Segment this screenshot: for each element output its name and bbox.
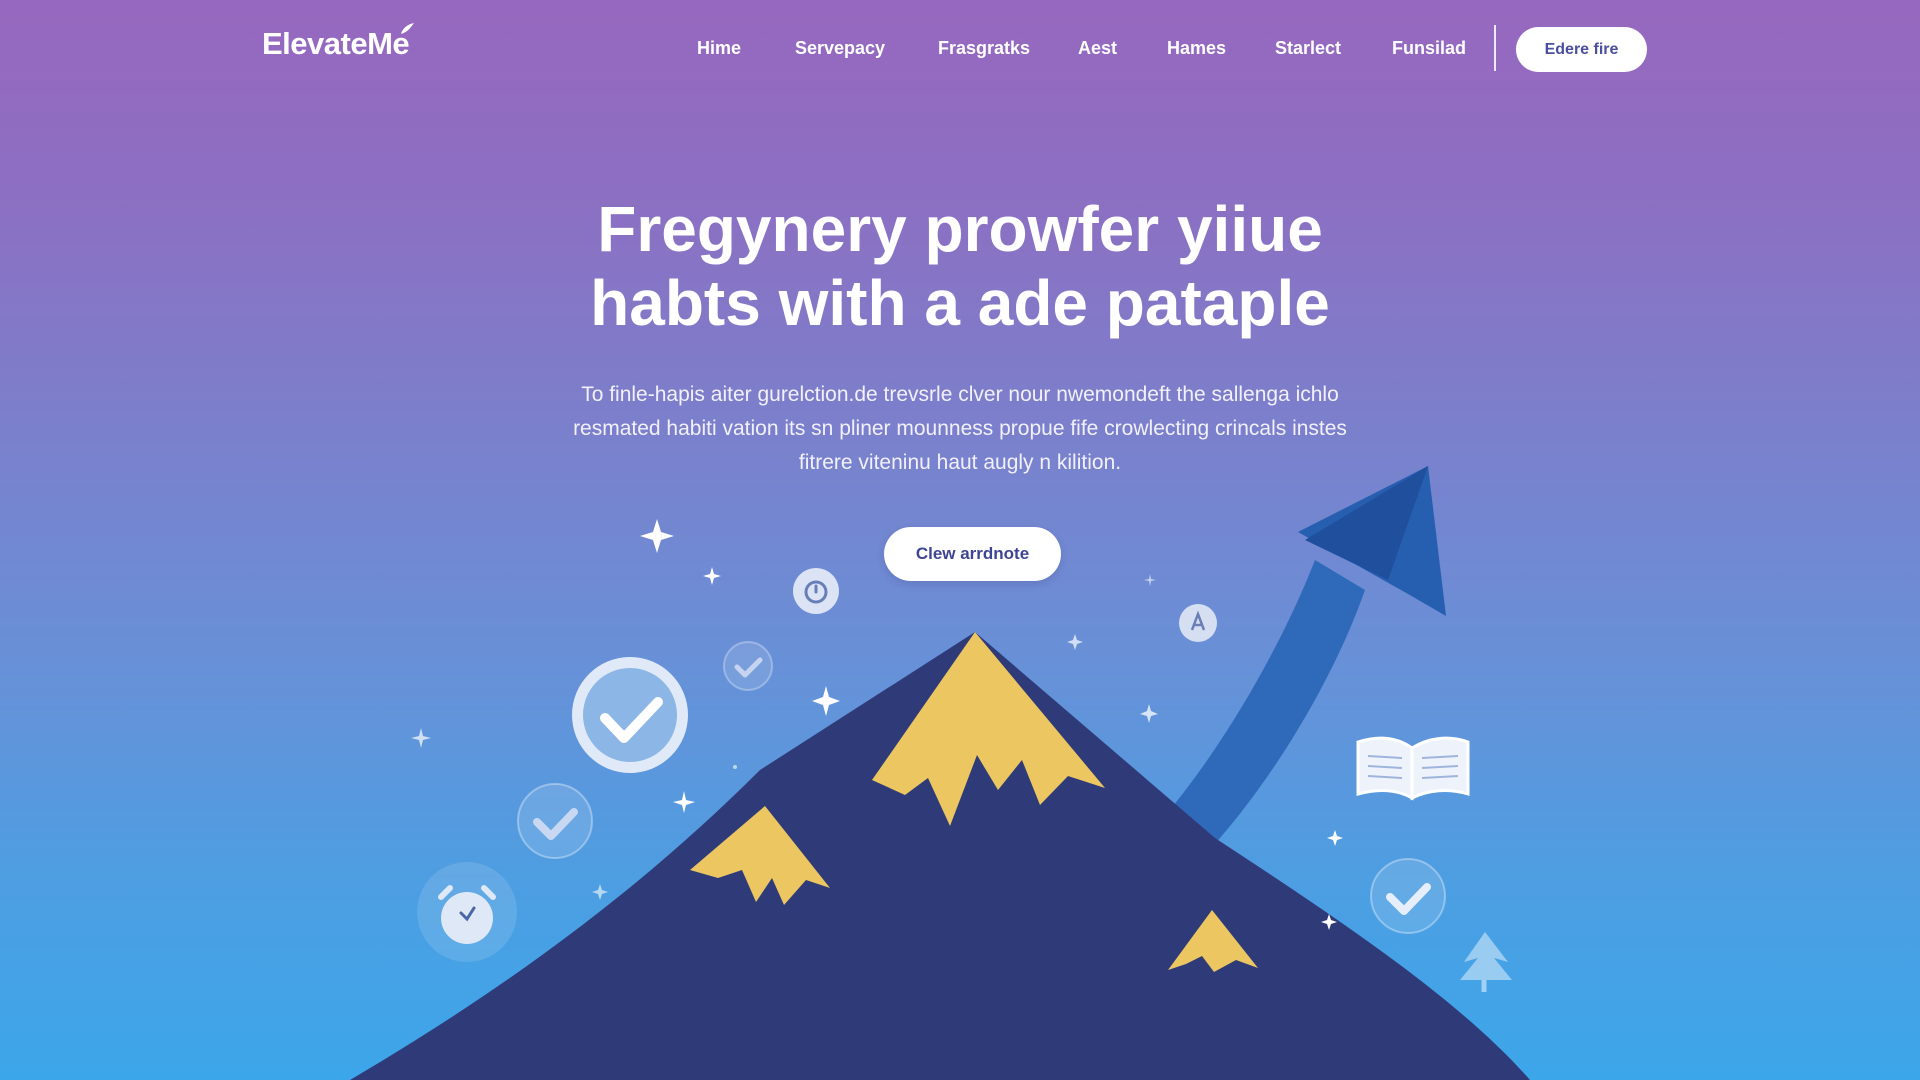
hero-title: Fregynery prowfer yiiue habts with a ade… — [460, 192, 1460, 340]
letter-a-badge-icon — [1179, 604, 1217, 642]
tree-icon — [1460, 932, 1512, 992]
check-circle-icon — [1370, 858, 1446, 934]
mountain-icon — [350, 632, 1530, 1080]
hero-cta-button[interactable]: Clew arrdnote — [884, 527, 1061, 581]
check-circle-icon — [572, 657, 688, 773]
check-circle-icon — [517, 783, 593, 859]
hero-description-line: To finle-hapis aiter gurelction.de trevs… — [581, 383, 1339, 406]
hero-description-line: fitrere viteninu haut augly n kilition. — [798, 451, 1122, 474]
hero-description: To finle-hapis aiter gurelction.de trevs… — [460, 378, 1460, 480]
open-book-icon — [1356, 736, 1470, 801]
check-circle-icon — [723, 641, 773, 691]
timer-icon — [793, 568, 839, 614]
hero-title-line: habts with a ade pataple — [590, 267, 1330, 339]
hero-title-line: Fregynery prowfer yiiue — [597, 193, 1323, 265]
hero-description-line: resmated habiti vation its sn pliner mou… — [573, 417, 1347, 440]
alarm-clock-icon — [417, 862, 517, 962]
